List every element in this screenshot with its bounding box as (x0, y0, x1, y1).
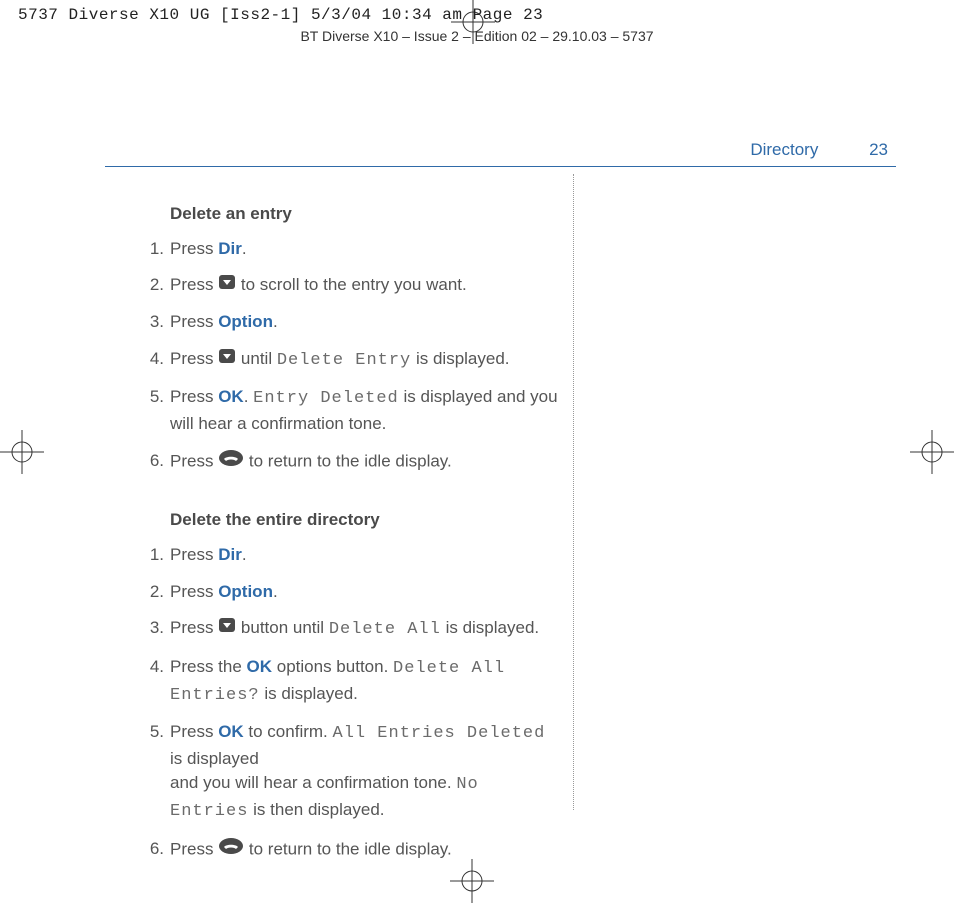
page-body: Directory 23 Delete an entry 1.Press Dir… (0, 44, 954, 854)
step-body: Press button until Delete All is display… (170, 616, 560, 643)
key-label: OK (247, 657, 273, 676)
step-body: Press until Delete Entry is displayed. (170, 347, 560, 374)
section-title-delete-entry: Delete an entry (170, 202, 560, 227)
step-number: 2. (140, 273, 170, 298)
step-item: 1.Press Dir. (140, 543, 560, 568)
lcd-text: Delete Entry (277, 351, 411, 370)
step-body: Press Dir. (170, 543, 560, 568)
lcd-text: Entry Deleted (253, 389, 399, 408)
step-body: Press Option. (170, 580, 560, 605)
step-body: Press Option. (170, 310, 560, 335)
key-label: Dir (218, 239, 242, 258)
steps-delete-all: 1.Press Dir.2.Press Option.3.Press butto… (140, 543, 560, 862)
step-number: 5. (140, 720, 170, 825)
step-number: 6. (140, 837, 170, 863)
step-body: Press the OK options button. Delete All … (170, 655, 560, 708)
step-number: 3. (140, 616, 170, 643)
step-body: Press OK to confirm. All Entries Deleted… (170, 720, 560, 825)
step-number: 2. (140, 580, 170, 605)
step-item: 6.Press to return to the idle display. (140, 837, 560, 863)
step-item: 5.Press OK. Entry Deleted is displayed a… (140, 385, 560, 436)
end-call-icon (218, 837, 244, 863)
key-label: OK (218, 387, 244, 406)
end-call-icon (218, 449, 244, 475)
step-number: 1. (140, 237, 170, 262)
step-number: 4. (140, 347, 170, 374)
header-rule (105, 166, 896, 167)
step-item: 2.Press Option. (140, 580, 560, 605)
step-item: 3.Press button until Delete All is displ… (140, 616, 560, 643)
preflight-line: 5737 Diverse X10 UG [Iss2-1] 5/3/04 10:3… (18, 6, 543, 24)
step-body: Press to return to the idle display. (170, 837, 560, 863)
step-item: 1.Press Dir. (140, 237, 560, 262)
step-item: 6.Press to return to the idle display. (140, 449, 560, 475)
step-body: Press Dir. (170, 237, 560, 262)
lcd-text: Delete All Entries? (170, 659, 505, 705)
key-label: OK (218, 722, 244, 741)
running-head: Directory 23 (750, 140, 888, 160)
lcd-text: All Entries Deleted (333, 724, 546, 743)
step-body: Press to scroll to the entry you want. (170, 273, 560, 298)
lcd-text: No Entries (170, 775, 479, 821)
issue-line: BT Diverse X10 – Issue 2 – Edition 02 – … (0, 28, 954, 44)
step-number: 5. (140, 385, 170, 436)
step-number: 6. (140, 449, 170, 475)
step-number: 3. (140, 310, 170, 335)
step-item: 5.Press OK to confirm. All Entries Delet… (140, 720, 560, 825)
step-item: 4.Press the OK options button. Delete Al… (140, 655, 560, 708)
down-arrow-icon (218, 347, 236, 372)
key-label: Option (218, 582, 273, 601)
down-arrow-icon (218, 273, 236, 298)
running-head-section: Directory (750, 140, 818, 159)
main-content: Delete an entry 1.Press Dir.2.Press to s… (140, 202, 560, 892)
down-arrow-icon (218, 616, 236, 641)
step-item: 3.Press Option. (140, 310, 560, 335)
step-body: Press to return to the idle display. (170, 449, 560, 475)
section-title-delete-all: Delete the entire directory (170, 508, 560, 533)
page-number: 23 (869, 140, 888, 159)
step-number: 4. (140, 655, 170, 708)
key-label: Option (218, 312, 273, 331)
lcd-text: Delete All (329, 620, 441, 639)
step-item: 4.Press until Delete Entry is displayed. (140, 347, 560, 374)
steps-delete-entry: 1.Press Dir.2.Press to scroll to the ent… (140, 237, 560, 475)
step-body: Press OK. Entry Deleted is displayed and… (170, 385, 560, 436)
key-label: Dir (218, 545, 242, 564)
step-number: 1. (140, 543, 170, 568)
column-divider (573, 174, 574, 810)
step-item: 2.Press to scroll to the entry you want. (140, 273, 560, 298)
